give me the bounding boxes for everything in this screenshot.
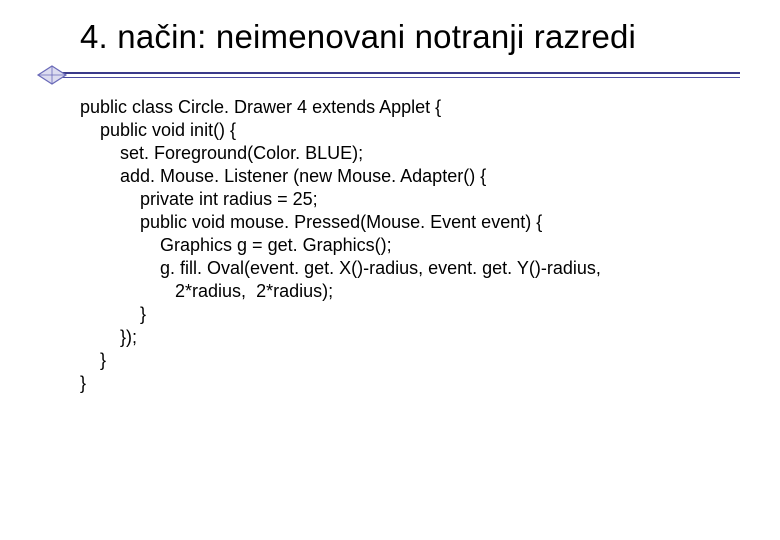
divider-line-thick: [54, 72, 740, 74]
divider-line-thin: [54, 77, 740, 78]
diamond-bullet-icon: [36, 63, 68, 87]
slide-title: 4. način: neimenovani notranji razredi: [80, 18, 750, 56]
code-block: public class Circle. Drawer 4 extends Ap…: [80, 96, 760, 395]
